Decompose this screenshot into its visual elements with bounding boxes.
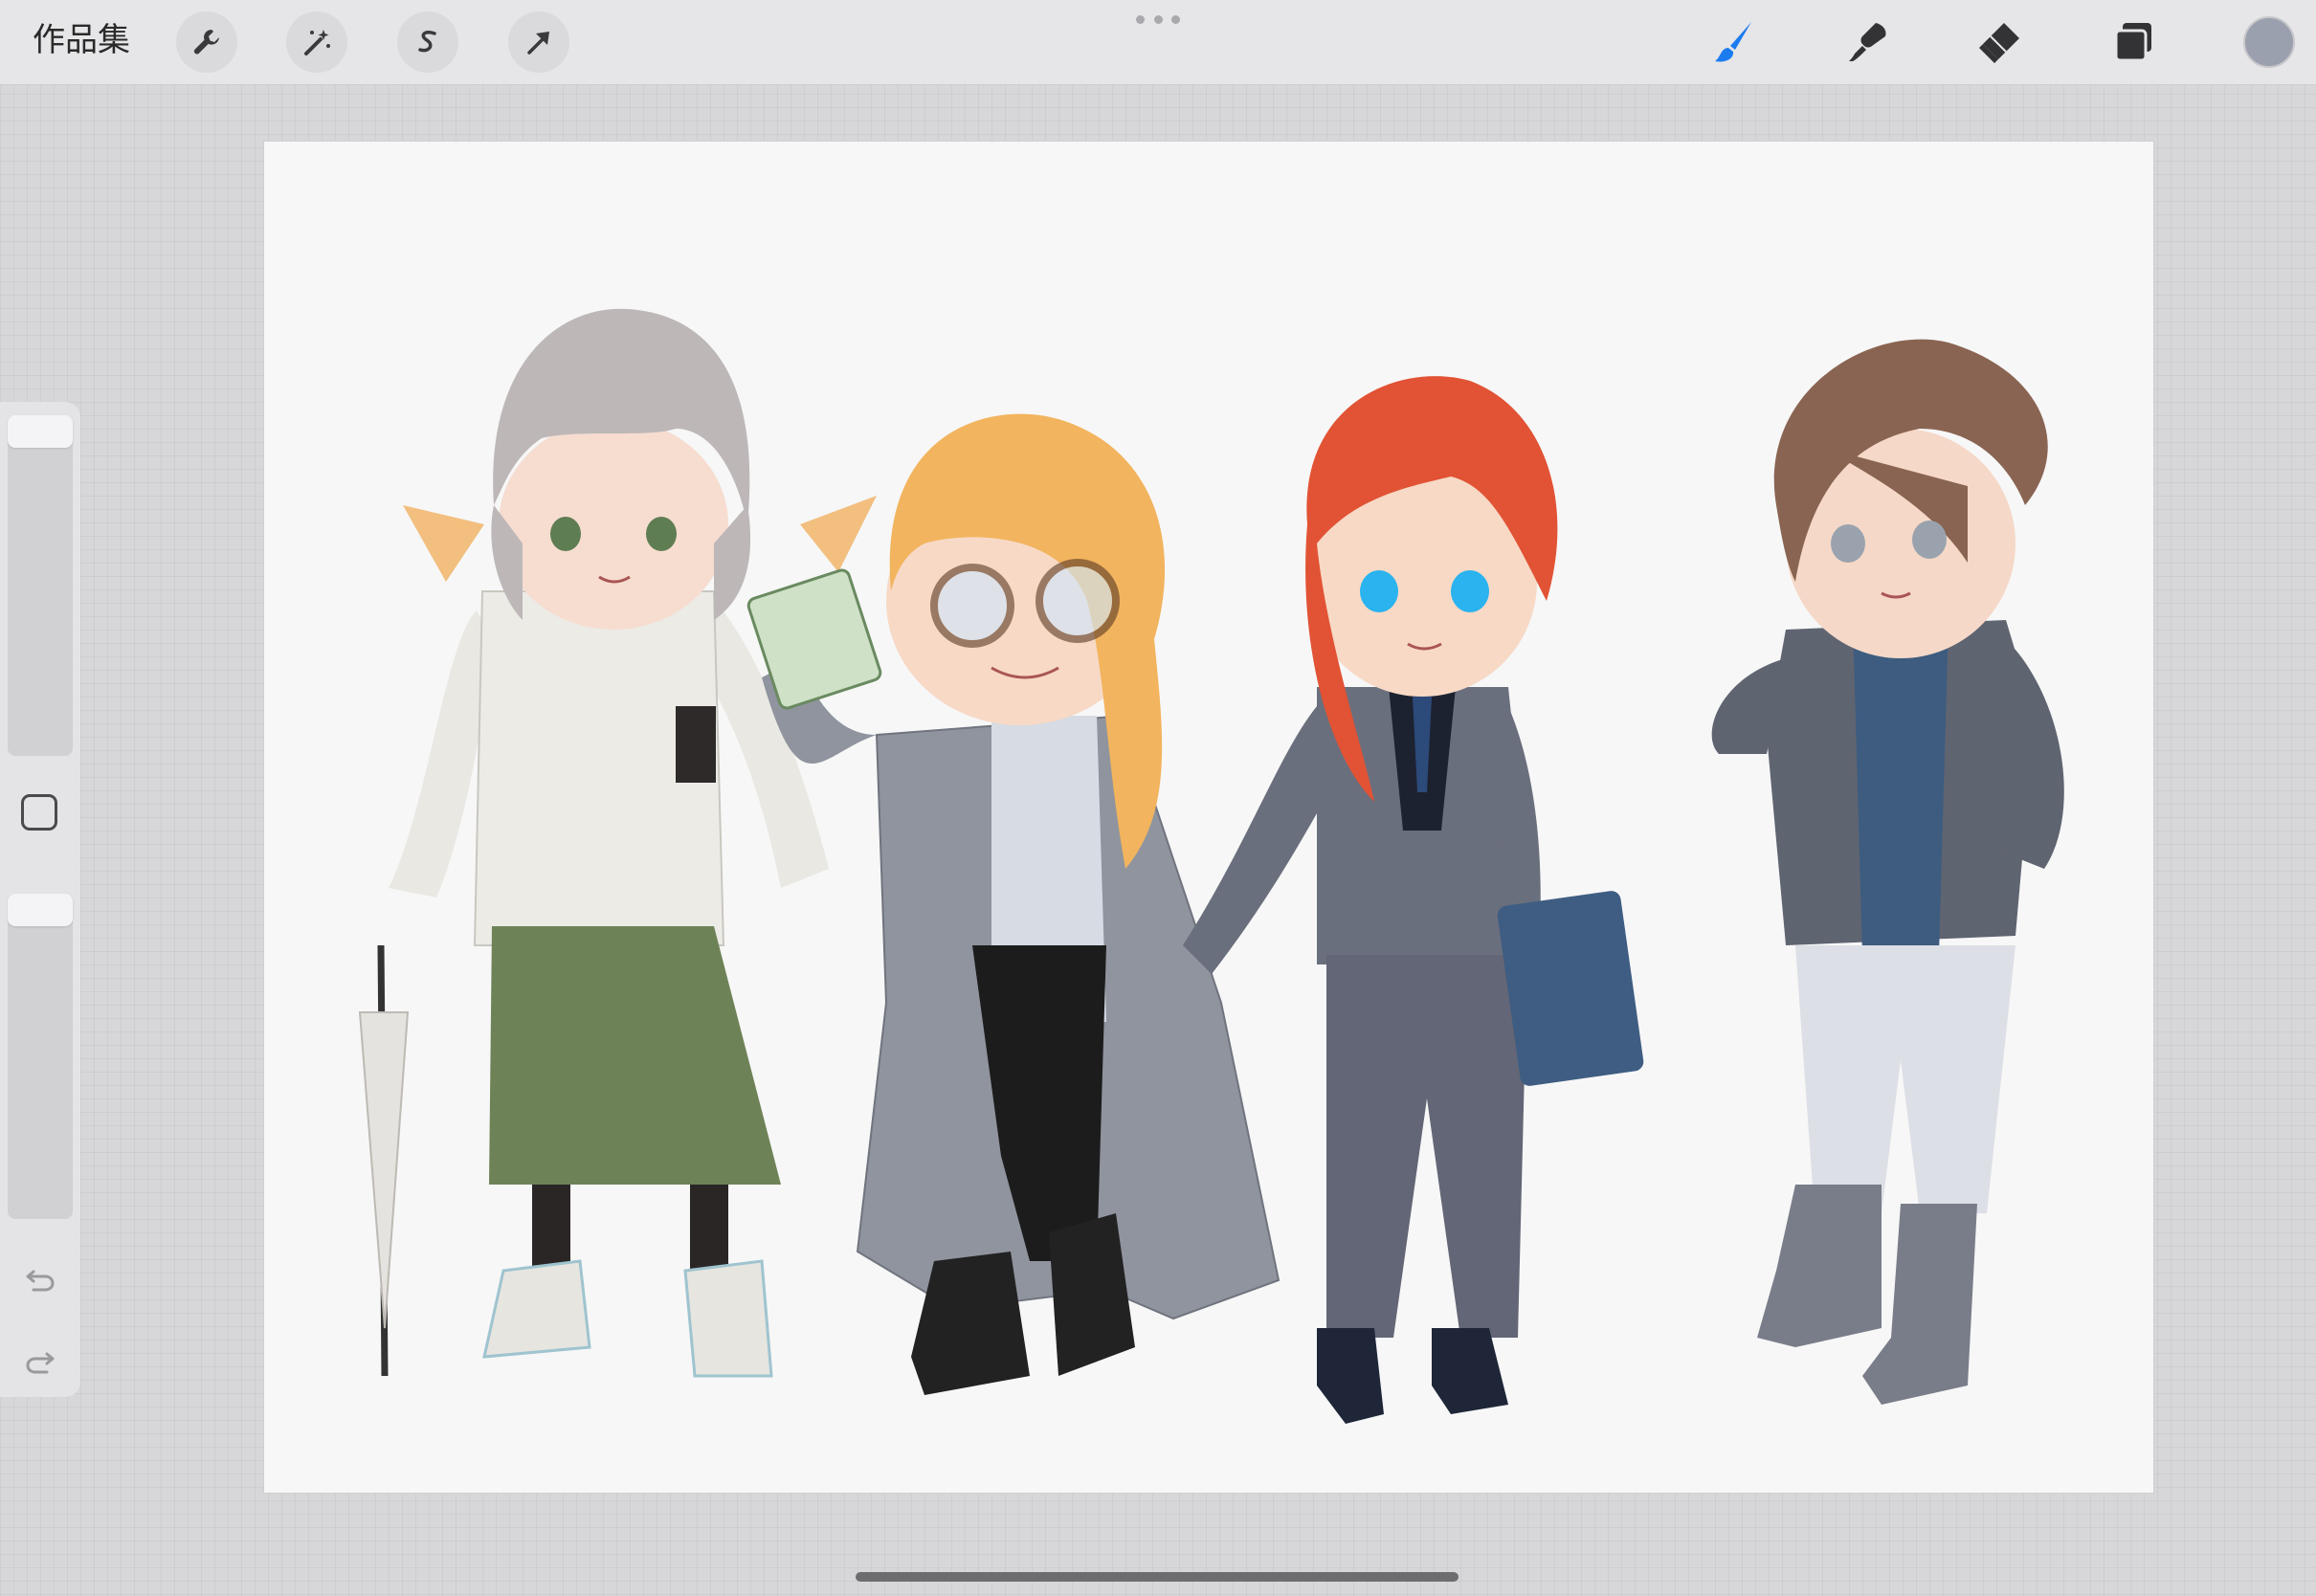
wrench-icon (193, 30, 219, 55)
transform-arrow-icon (527, 32, 549, 55)
more-dots-icon[interactable] (1136, 15, 1180, 27)
modify-button[interactable] (21, 794, 57, 831)
brush-icon (1715, 22, 1751, 62)
eraser-icon (1979, 23, 2019, 63)
home-indicator[interactable] (856, 1572, 1459, 1582)
layers-icon (2114, 23, 2151, 62)
gallery-button[interactable]: 作品集 (33, 19, 130, 61)
opacity-knob[interactable] (8, 894, 73, 926)
left-sidebar (0, 402, 80, 1397)
actions-button[interactable] (176, 11, 237, 73)
transform-button[interactable] (508, 11, 569, 73)
brush-size-slider[interactable] (8, 415, 73, 756)
magic-wand-icon (304, 30, 330, 55)
character-brown-hair-jacket (1711, 339, 2064, 1405)
selection-button[interactable] (397, 11, 458, 73)
smudge-tool[interactable] (1837, 11, 1899, 73)
redo-button[interactable] (21, 1341, 59, 1380)
selection-icon (418, 30, 436, 53)
layers-tool[interactable] (2104, 11, 2165, 73)
adjustments-button[interactable] (286, 11, 347, 73)
smudge-icon (1849, 23, 1886, 61)
undo-button[interactable] (21, 1259, 59, 1297)
color-swatch[interactable] (2243, 16, 2295, 68)
redo-icon (26, 1352, 55, 1374)
eraser-tool[interactable] (1970, 11, 2031, 73)
brush-size-knob[interactable] (8, 415, 73, 448)
top-toolbar: 作品集 (0, 0, 2316, 85)
character-grey-hair (358, 308, 877, 1378)
drawing-canvas[interactable] (264, 142, 2153, 1493)
undo-icon (26, 1270, 55, 1292)
opacity-slider[interactable] (8, 894, 73, 1219)
brush-tool[interactable] (1704, 11, 1765, 73)
artwork-illustration (358, 308, 2064, 1424)
character-blonde-glasses (746, 413, 1280, 1395)
